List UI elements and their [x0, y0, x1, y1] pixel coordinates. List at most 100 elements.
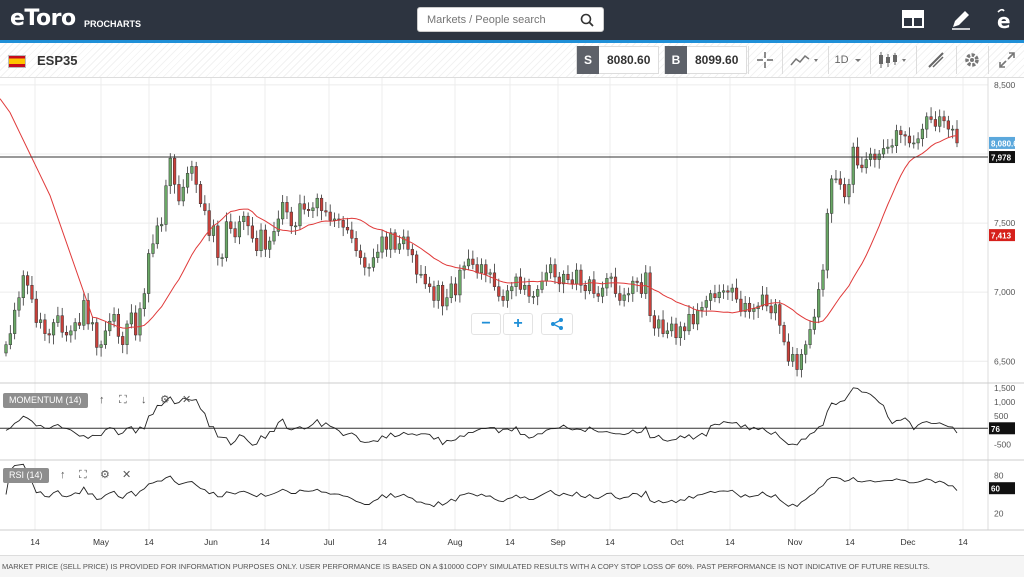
close-icon[interactable]: ✕ [122, 468, 131, 481]
candle-body [194, 166, 198, 185]
candle-body [198, 184, 203, 204]
search-box[interactable] [417, 7, 604, 32]
candle-body [177, 184, 181, 202]
candle-body [406, 236, 410, 250]
candle-body [475, 264, 479, 274]
candle-body [501, 296, 505, 301]
candle-body [4, 344, 8, 354]
x-tick-label: Nov [787, 537, 803, 547]
share-button[interactable] [541, 313, 573, 335]
candle-body [951, 128, 955, 131]
maximize-icon[interactable]: ⛶ [79, 469, 87, 482]
candle-body [64, 332, 69, 336]
candle-body [164, 185, 168, 225]
fullscreen-button[interactable] [988, 46, 1024, 74]
candle-body [341, 220, 345, 228]
draw-tools-button[interactable] [916, 46, 954, 74]
candle-body [739, 298, 743, 312]
candle-body [237, 221, 242, 238]
crosshair-icon [756, 52, 773, 68]
candle-body [224, 221, 229, 258]
candle-body [466, 258, 471, 267]
momentum-indicator-label[interactable]: MOMENTUM (14) [3, 393, 88, 408]
candle-body [834, 178, 838, 181]
candle-body [903, 134, 907, 137]
candle-body [864, 159, 868, 169]
candle-body [912, 142, 916, 145]
candle-body [855, 146, 860, 166]
price-tick-label: 7,500 [994, 218, 1016, 228]
candle-body [747, 302, 752, 312]
candle-body [389, 232, 393, 250]
zoom-out-button[interactable]: − [471, 313, 501, 335]
rsi-indicator-label[interactable]: RSI (14) [3, 468, 49, 483]
edit-pencil-icon[interactable] [950, 8, 972, 30]
chart-type-button[interactable] [782, 46, 826, 74]
top-bar: eToro PROCHARTS e [0, 0, 1024, 40]
settings-button[interactable] [956, 46, 986, 74]
move-up-icon[interactable]: ↑ [99, 394, 105, 406]
etoro-logo[interactable]: eToro [10, 6, 76, 31]
candle-body [618, 293, 622, 301]
candle-body [527, 285, 531, 297]
move-up-icon[interactable]: ↑ [60, 469, 66, 481]
zoom-in-button[interactable]: + [503, 313, 533, 335]
candle-body [185, 173, 190, 188]
candle-body [51, 322, 56, 336]
spain-flag-icon [8, 55, 26, 68]
candle-body [843, 184, 847, 198]
candle-body [670, 323, 674, 332]
candle-body [717, 291, 721, 298]
candlestick-icon [878, 52, 906, 68]
search-icon[interactable] [580, 13, 594, 27]
close-icon[interactable]: ✕ [182, 393, 191, 406]
candle-body [894, 130, 899, 146]
candle-body [890, 145, 894, 148]
candle-body [453, 283, 458, 296]
candle-body [17, 297, 21, 311]
candle-body [484, 264, 488, 275]
sell-price-button[interactable]: S 8080.60 [576, 46, 660, 74]
candle-body [514, 276, 518, 287]
candle-body [635, 280, 639, 283]
buy-price-button[interactable]: B 8099.60 [664, 46, 748, 74]
candle-body [181, 186, 185, 202]
candle-body [43, 319, 47, 334]
candle-body [510, 286, 514, 292]
layout-icon[interactable] [902, 8, 924, 30]
maximize-icon[interactable]: ⛶ [119, 394, 127, 407]
candle-body [847, 184, 851, 198]
move-down-icon[interactable]: ↓ [141, 394, 147, 406]
gear-icon[interactable]: ⚙ [160, 393, 170, 406]
x-tick-label: 14 [958, 537, 968, 547]
candle-body [639, 282, 644, 294]
gear-icon[interactable]: ⚙ [100, 468, 110, 481]
candle-body [138, 308, 142, 336]
crosshair-button[interactable] [748, 46, 780, 74]
search-input[interactable] [427, 8, 577, 31]
etoro-e-icon[interactable]: e [994, 8, 1016, 32]
candle-body [77, 322, 82, 326]
candle-body [190, 166, 194, 174]
candle-body [613, 276, 618, 294]
x-tick-label: Sep [550, 537, 565, 547]
candle-body [294, 225, 298, 228]
candle-body [112, 314, 116, 322]
timeframe-dropdown[interactable]: 1D [828, 46, 868, 74]
candle-body [151, 243, 155, 254]
momentum-tick-label: 1,500 [994, 383, 1016, 393]
candle-body [769, 305, 773, 314]
plus-icon: + [513, 315, 523, 332]
candle-body [328, 211, 332, 221]
candle-body [432, 286, 436, 301]
candle-body [600, 287, 605, 297]
candle-body [479, 264, 484, 274]
candle-body [60, 315, 64, 333]
momentum-tick-label: 1,000 [994, 397, 1016, 407]
rsi-value-badge: 60 [991, 485, 1000, 494]
candle-body [255, 238, 259, 251]
candle-body [942, 116, 946, 122]
x-tick-label: 14 [30, 537, 40, 547]
candles-button[interactable] [870, 46, 914, 74]
momentum-tick-label: -500 [994, 440, 1011, 450]
